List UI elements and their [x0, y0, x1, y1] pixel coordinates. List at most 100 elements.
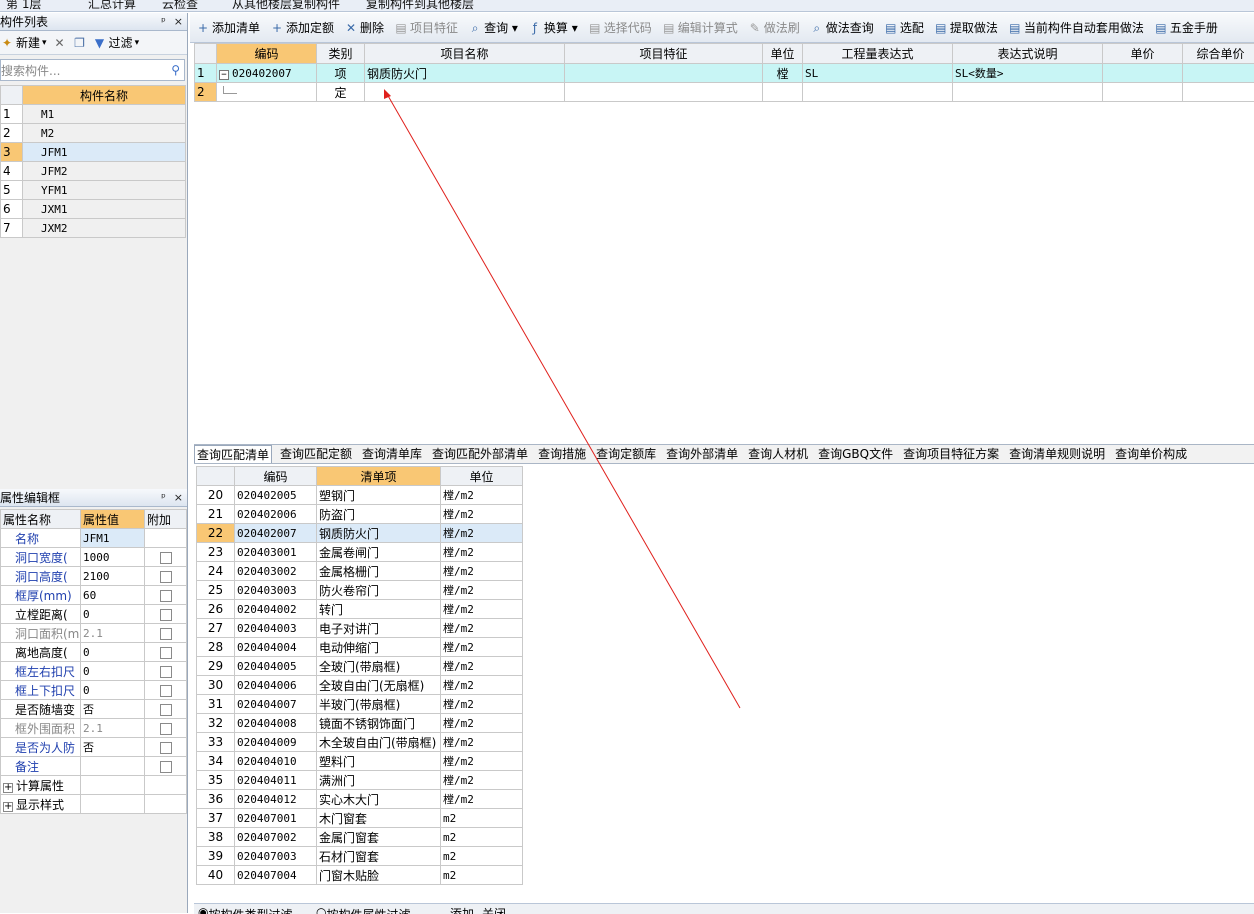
match-row[interactable]: 39 020407003 石材门窗套 m2	[196, 846, 523, 866]
match-code[interactable]: 020402006	[234, 504, 317, 524]
match-row[interactable]: 32 020404008 镜面不锈钢饰面门 樘/m2	[196, 713, 523, 733]
match-code[interactable]: 020404010	[234, 751, 317, 771]
filter-button[interactable]: ▼ 过滤 ▾	[93, 34, 139, 51]
property-row[interactable]: 是否为人防否	[0, 737, 187, 757]
component-row[interactable]: 5 YFM1	[0, 180, 186, 200]
radio-type-filter[interactable]: ◉ 按构件类型过滤	[198, 905, 293, 914]
summary-calc-button[interactable]: 汇总计算	[88, 0, 136, 11]
match-code[interactable]: 020407003	[234, 846, 317, 866]
match-row[interactable]: 23 020403001 金属卷闸门 樘/m2	[196, 542, 523, 562]
delete-button[interactable]: ✕ 删除	[344, 19, 384, 36]
method-cell-total[interactable]	[1182, 63, 1254, 83]
match-code[interactable]: 020404012	[234, 789, 317, 809]
copy-from-floor-button[interactable]: 从其他楼层复制构件	[232, 0, 340, 11]
property-row[interactable]: 框左右扣尺 0	[0, 661, 187, 681]
tab-5[interactable]: 查询定额库	[594, 445, 658, 463]
match-item-name[interactable]: 金属格栅门	[316, 561, 441, 581]
match-code[interactable]: 020404007	[234, 694, 317, 714]
property-group-row[interactable]: + 计算属性	[0, 775, 187, 795]
property-value[interactable]: 2100	[80, 566, 145, 586]
component-row[interactable]: 6 JXM1	[0, 199, 186, 219]
edit-formula-button[interactable]: ▤ 编辑计算式	[662, 19, 738, 36]
method-query-button[interactable]: ⌕ 做法查询	[810, 19, 873, 36]
component-row[interactable]: 7 JXM2	[0, 218, 186, 238]
match-row[interactable]: 40 020407004 门窗木贴脸 m2	[196, 865, 523, 885]
property-row[interactable]: 框上下扣尺 0	[0, 680, 187, 700]
radio-attr-filter[interactable]: ○ 按构件属性过滤	[316, 905, 411, 914]
component-name[interactable]: JFM1	[22, 142, 186, 162]
method-cell-price[interactable]	[1102, 82, 1183, 102]
component-name[interactable]: JXM1	[22, 199, 186, 219]
method-cell-expr[interactable]	[802, 82, 953, 102]
method-cell-code[interactable]	[216, 82, 317, 102]
match-code[interactable]: 020402007	[234, 523, 317, 543]
extra-checkbox[interactable]	[159, 741, 172, 754]
query-button[interactable]: ⌕ 查询 ▾	[468, 19, 518, 36]
property-value[interactable]: 否	[80, 737, 145, 757]
match-row[interactable]: 31 020404007 半玻门(带扇框) 樘/m2	[196, 694, 523, 714]
match-code[interactable]: 020404003	[234, 618, 317, 638]
method-cell-price[interactable]	[1102, 63, 1183, 83]
extra-checkbox[interactable]	[159, 570, 172, 583]
match-row[interactable]: 36 020404012 实心木大门 樘/m2	[196, 789, 523, 809]
match-item-name[interactable]: 门窗木贴脸	[316, 865, 441, 885]
property-value[interactable]: 否	[80, 699, 145, 719]
select-code-button[interactable]: ▤ 选择代码	[588, 19, 652, 36]
match-item-name[interactable]: 钢质防火门	[316, 523, 441, 543]
hardware-manual-button[interactable]: ▤ 五金手册	[1154, 19, 1218, 36]
property-value[interactable]: 60	[80, 585, 145, 605]
match-row[interactable]: 28 020404004 电动伸缩门 樘/m2	[196, 637, 523, 657]
property-row[interactable]: 洞口高度(2100	[0, 566, 187, 586]
match-code[interactable]: 020404002	[234, 599, 317, 619]
extra-checkbox[interactable]	[159, 551, 172, 564]
property-value[interactable]: 2.1	[80, 718, 145, 738]
match-row[interactable]: 38 020407002 金属门窗套 m2	[196, 827, 523, 847]
tab-9[interactable]: 查询项目特征方案	[901, 445, 1001, 463]
match-item-name[interactable]: 防火卷帘门	[316, 580, 441, 600]
property-value[interactable]: 0	[80, 604, 145, 624]
match-row[interactable]: 30 020404006 全玻自由门(无扇框) 樘/m2	[196, 675, 523, 695]
tab-2[interactable]: 查询清单库	[360, 445, 424, 463]
match-row[interactable]: 21 020402006 防盗门 樘/m2	[196, 504, 523, 524]
pin-icon[interactable]: ᵖ	[161, 491, 166, 504]
match-code[interactable]: 020404008	[234, 713, 317, 733]
extra-checkbox[interactable]	[159, 703, 172, 716]
match-code[interactable]: 020403002	[234, 561, 317, 581]
method-cell-feature[interactable]	[564, 63, 763, 83]
extra-checkbox[interactable]	[159, 589, 172, 602]
match-item-name[interactable]: 木门窗套	[316, 808, 441, 828]
tab-6[interactable]: 查询外部清单	[664, 445, 740, 463]
tab-4[interactable]: 查询措施	[536, 445, 588, 463]
property-row[interactable]: 备注	[0, 756, 187, 776]
component-row[interactable]: 4 JFM2	[0, 161, 186, 181]
match-code[interactable]: 020403001	[234, 542, 317, 562]
match-item-name[interactable]: 半玻门(带扇框)	[316, 694, 441, 714]
component-row[interactable]: 1 M1	[0, 104, 186, 124]
add-button[interactable]: 添加	[450, 905, 474, 914]
component-search-input[interactable]: 搜索构件...	[1, 62, 60, 79]
tab-10[interactable]: 查询清单规则说明	[1007, 445, 1107, 463]
match-item-name[interactable]: 实心木大门	[316, 789, 441, 809]
copy-to-floor-button[interactable]: 复制构件到其他楼层	[366, 0, 474, 11]
method-cell-expr[interactable]: SL	[802, 63, 953, 83]
property-row[interactable]: 离地高度(0	[0, 642, 187, 662]
property-row[interactable]: 洞口面积(m 2.1	[0, 623, 187, 643]
extra-checkbox[interactable]	[159, 627, 172, 640]
match-row[interactable]: 34 020404010 塑料门 樘/m2	[196, 751, 523, 771]
method-cell-desc[interactable]: SL<数量>	[952, 63, 1103, 83]
method-cell-unit[interactable]	[762, 82, 803, 102]
match-code[interactable]: 020404004	[234, 637, 317, 657]
match-row[interactable]: 22 020402007 钢质防火门 樘/m2	[196, 523, 523, 543]
match-item-name[interactable]: 满洲门	[316, 770, 441, 790]
component-name[interactable]: M2	[22, 123, 186, 143]
extra-checkbox[interactable]	[159, 684, 172, 697]
property-row[interactable]: 框厚(mm) 60	[0, 585, 187, 605]
add-list-button[interactable]: + 添加清单	[196, 19, 260, 36]
match-code[interactable]: 020404006	[234, 675, 317, 695]
match-code[interactable]: 020402005	[234, 485, 317, 505]
match-item-name[interactable]: 全玻自由门(无扇框)	[316, 675, 441, 695]
method-row[interactable]: 1 −020402007 项 钢质防火门 樘 SL SL<数量>	[194, 63, 1254, 83]
close-icon[interactable]: ×	[174, 491, 183, 504]
match-row[interactable]: 25 020403003 防火卷帘门 樘/m2	[196, 580, 523, 600]
match-row[interactable]: 20 020402005 塑钢门 樘/m2	[196, 485, 523, 505]
